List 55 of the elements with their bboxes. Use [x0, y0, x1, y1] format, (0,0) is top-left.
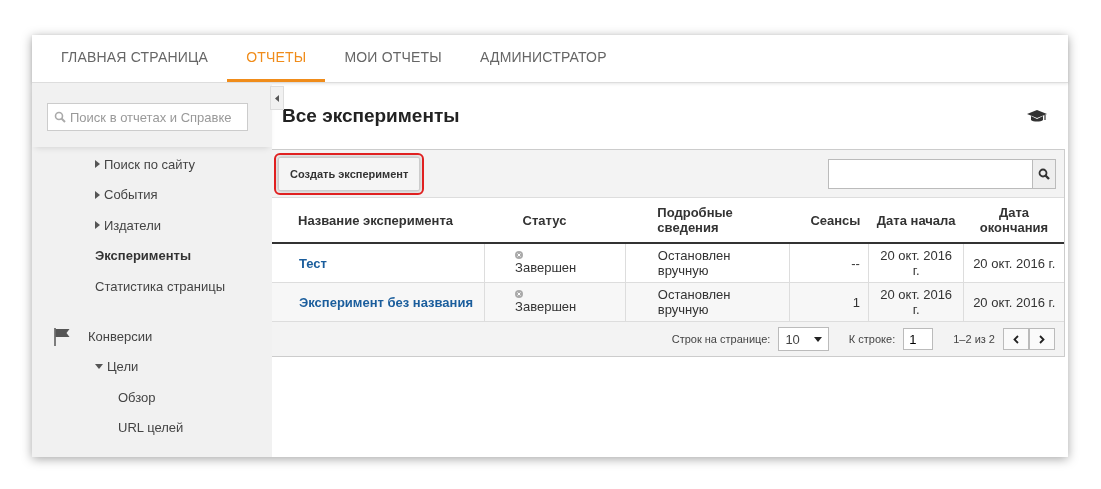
column-header[interactable]: Сеансы — [789, 198, 869, 243]
range-text: 1–2 из 2 — [953, 333, 995, 345]
table-cell: 20 окт. 2016 г. — [963, 243, 1064, 283]
page-title: Все эксперименты — [282, 105, 460, 127]
column-header[interactable]: Подробные сведения — [625, 198, 790, 243]
rows-per-page-label: Строк на странице: — [671, 333, 771, 345]
sidebar-item[interactable]: Цели — [32, 351, 272, 382]
stopped-status-icon — [515, 290, 524, 298]
table-cell: 1 — [789, 282, 869, 322]
status-text: Завершен — [515, 299, 577, 314]
table-cell: 20 окт. 2016 г. — [868, 282, 964, 322]
previous-page-button[interactable] — [1003, 328, 1029, 350]
table-cell: Остановлен вручную — [625, 243, 790, 283]
nav-tab[interactable]: АДМИНИСТРАТОР — [460, 35, 626, 82]
caret-down-icon — [95, 364, 103, 370]
rows-per-page-select[interactable]: 10 — [778, 327, 829, 351]
sidebar-item[interactable]: Издатели — [32, 210, 272, 241]
stopped-status-icon — [515, 251, 524, 259]
collapse-button[interactable] — [270, 86, 284, 110]
nav-tab[interactable]: ГЛАВНАЯ СТРАНИЦА — [42, 35, 228, 82]
column-header[interactable]: Статус — [484, 198, 626, 243]
sidebar-item[interactable]: События — [32, 179, 272, 210]
column-header[interactable]: Дата начала — [868, 198, 964, 243]
caret-right-icon — [95, 221, 100, 230]
next-page-button[interactable] — [1029, 328, 1055, 350]
nav-tab[interactable]: МОИ ОТЧЕТЫ — [325, 35, 461, 82]
search-button[interactable] — [1032, 158, 1056, 189]
table-cell: Остановлен вручную — [625, 282, 790, 322]
chevron-right-icon — [1039, 334, 1045, 344]
status-text: Завершен — [515, 260, 577, 275]
sidebar-item[interactable]: Статистика страницы — [32, 271, 272, 302]
experiment-link[interactable]: Тест — [280, 255, 477, 271]
sidebar-item[interactable]: Поиск по сайту — [32, 149, 272, 180]
caret-right-icon — [95, 190, 100, 199]
search-icon — [1038, 167, 1050, 180]
table-cell: 20 окт. 2016 г. — [963, 282, 1064, 322]
table-search-field[interactable] — [828, 158, 1032, 189]
column-header[interactable]: Дата окончания — [963, 198, 1064, 243]
sidebar-item[interactable]: Обзор — [32, 382, 272, 413]
search-icon — [54, 111, 66, 123]
sidebar-item[interactable]: URL целей — [32, 412, 272, 443]
column-header[interactable]: Название эксперимента — [272, 198, 485, 243]
table-cell: -- — [789, 243, 869, 283]
caret-right-icon — [95, 160, 100, 169]
search-field[interactable]: Поиск в отчетах и Справке — [47, 103, 248, 131]
sidebar-item[interactable]: Эксперименты — [32, 240, 272, 271]
go-to-row-field[interactable]: 1 — [903, 328, 934, 350]
caret-down-icon — [813, 336, 822, 342]
chevron-left-icon — [1013, 334, 1019, 344]
table-cell: 20 окт. 2016 г. — [868, 243, 964, 283]
flag-icon — [54, 327, 70, 346]
caret-left-icon — [275, 94, 279, 102]
go-to-row-label: К строке: — [848, 333, 896, 345]
graduation-cap-icon[interactable] — [1027, 109, 1047, 123]
sidebar-section-label[interactable]: Конверсии — [88, 329, 153, 344]
